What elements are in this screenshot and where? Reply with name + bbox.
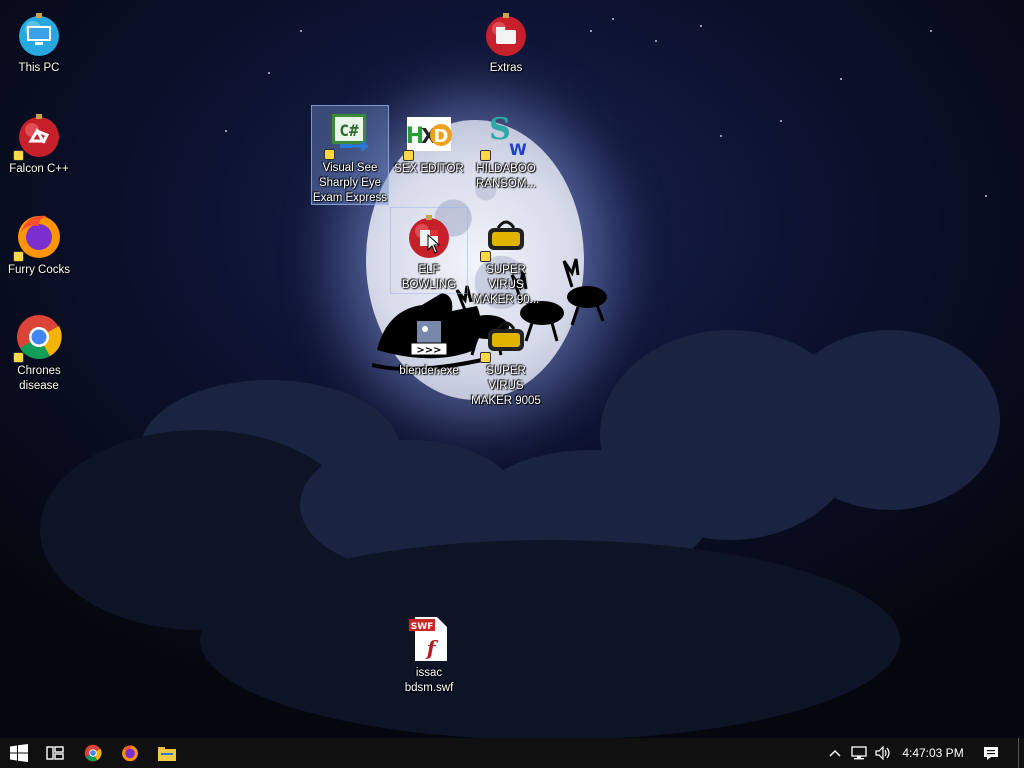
desktop-icon-label: Falcon C++ [9,163,69,175]
folder-ornament-icon [482,10,530,58]
start-button[interactable] [0,738,38,768]
desktop-icon-label: Extras [489,62,523,74]
taskbar-firefox-button[interactable] [111,738,149,768]
network-icon [851,746,867,760]
shortcut-arrow-icon [13,352,24,363]
shortcut-arrow-icon [480,251,491,262]
this-pc-icon [15,10,63,58]
star [720,135,722,137]
chrome-icon [84,744,102,762]
show-desktop-button[interactable] [1018,738,1019,768]
desktop-icon-elf-bowling[interactable]: ELF BOWLING [390,207,468,294]
desktop-icon-blender[interactable]: >>> blender.exe [391,309,467,379]
desktop-icon-issac-swf[interactable]: SWF f issac bdsm.swf [391,611,467,696]
desktop-icon-label: issac bdsm.swf [404,667,454,694]
star [840,78,842,80]
star [780,120,782,122]
swf-file-icon: SWF f [405,615,453,663]
shortcut-arrow-icon [480,352,491,363]
desktop-icon-super-virus-maker-90[interactable]: SUPER VIRUS MAKER 90... [468,208,544,308]
svg-text:W: W [509,140,527,159]
blender-exe-icon: >>> [405,313,453,361]
taskbar-file-explorer-button[interactable] [148,738,186,768]
action-center-button[interactable] [980,738,1002,768]
desktop-icon-label: Furry Cocks [8,264,70,276]
taskbar-chrome-button[interactable] [74,738,112,768]
star [590,30,592,32]
elf-bowling-ornament-icon [405,212,453,260]
shortcut-arrow-icon [324,149,335,160]
volume-button[interactable] [872,738,894,768]
star [655,40,657,42]
desktop-icon-label: Chrones disease [17,365,61,392]
desktop-icon-label: SEX EDITOR [394,163,464,175]
star [930,30,932,32]
show-hidden-icons-button[interactable] [824,738,846,768]
desktop-icon-chrones-disease[interactable]: Chrones disease [1,309,77,394]
desktop-icon-this-pc[interactable]: This PC [1,6,77,76]
desktop-icon-label: Visual See Sharply Eye Exam Express [312,162,388,204]
csharp-icon: C# [324,110,374,160]
taskbar-clock[interactable]: 4:47:03 PM [898,738,968,768]
task-view-button[interactable] [36,738,74,768]
svg-text:>>>: >>> [416,345,441,356]
desktop-icon-label: ELF BOWLING [401,264,457,291]
hildaboo-icon: S W [480,111,530,161]
desktop-icon-sex-editor[interactable]: H X D SEX EDITOR [391,107,467,177]
desktop-icon-extras[interactable]: Extras [468,6,544,76]
svg-text:D: D [434,126,449,147]
shortcut-arrow-icon [13,251,24,262]
shortcut-arrow-icon [403,150,414,161]
cloud [780,330,1000,510]
windows-start-icon [10,744,28,762]
recycle-ornament-icon [13,111,63,161]
desktop[interactable]: This PC Falcon C++ Furry Cocks Chrones d… [0,0,1024,738]
cloud [200,540,900,738]
desktop-icon-label: blender.exe [399,365,459,377]
star [985,195,987,197]
desktop-icon-falcon-cpp[interactable]: Falcon C++ [1,107,77,177]
desktop-icon-visual-see-sharply[interactable]: C# Visual See Sharply Eye Exam Express [311,105,389,205]
desktop-icon-label: SUPER VIRUS MAKER 90... [472,264,540,306]
network-button[interactable] [848,738,870,768]
star [700,25,702,27]
shortcut-arrow-icon [480,150,491,161]
duffel-bag-icon [480,313,530,363]
svg-text:SWF: SWF [411,622,434,632]
star [300,30,302,32]
firefox-icon [13,212,63,262]
task-view-icon [46,746,64,760]
mouse-cursor-icon [427,234,441,254]
chrome-icon [13,313,63,363]
file-explorer-icon [158,747,176,761]
svg-text:C#: C# [339,121,359,140]
star [225,130,227,132]
volume-icon [875,746,890,760]
notification-icon [984,746,998,760]
desktop-icon-label: HILDABOO RANSOM... [475,163,537,190]
star [268,72,270,74]
chevron-up-icon [829,750,841,757]
star [612,18,614,20]
duffel-bag-icon [480,212,530,262]
desktop-icon-super-virus-maker-9005[interactable]: SUPER VIRUS MAKER 9005 [468,309,544,409]
svg-text:S: S [489,112,511,147]
desktop-icon-furry-cocks[interactable]: Furry Cocks [1,208,77,278]
hxd-editor-icon: H X D [403,111,453,161]
desktop-icon-hildaboo-ransom[interactable]: S W HILDABOO RANSOM... [468,107,544,192]
desktop-icon-label: This PC [18,62,60,74]
shortcut-arrow-icon [13,150,24,161]
firefox-icon [122,745,138,762]
desktop-icon-label: SUPER VIRUS MAKER 9005 [471,365,541,407]
taskbar: 4:47:03 PM [0,738,1024,768]
